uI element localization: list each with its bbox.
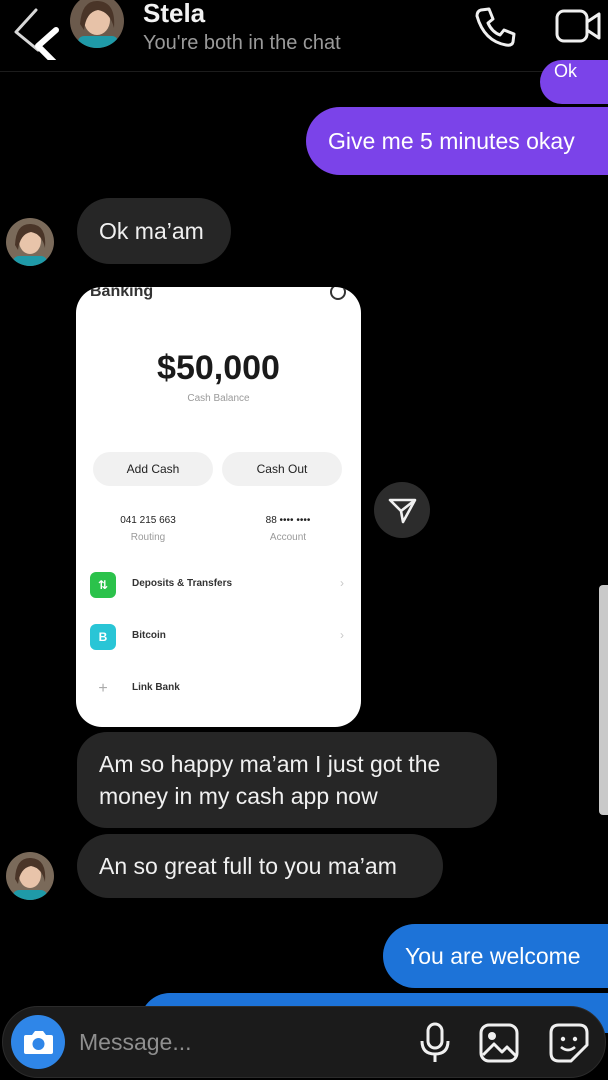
routing-label: Routing [130,532,166,543]
phone-icon[interactable] [472,4,518,50]
deposits-transfers-row: ⇅ Deposits & Transfers › [90,572,350,598]
chat-header: Stela You're both in the chat [0,0,608,72]
sender-avatar[interactable] [6,218,54,266]
contact-avatar[interactable] [70,0,124,48]
row-label: Link Bank [132,682,180,693]
camera-button[interactable] [11,1015,65,1069]
shared-image[interactable]: Banking $50,000 Cash Balance Add Cash Ca… [76,287,361,727]
microphone-icon[interactable] [415,1021,455,1065]
sent-message-partial[interactable]: Ok [540,60,608,104]
sticker-icon[interactable] [547,1021,591,1065]
sender-avatar[interactable] [6,852,54,900]
plus-icon: + [98,680,108,697]
chat-status: You're both in the chat [143,32,341,54]
banking-title: Banking [90,287,154,300]
sent-message[interactable]: Give me 5 minutes okay [306,107,608,175]
cash-balance: $50,000 [157,349,280,387]
contact-name[interactable]: Stela [143,0,205,29]
bitcoin-icon: B [90,624,116,650]
chevron-right-icon: › [340,628,344,642]
back-arrow-icon[interactable] [10,8,60,60]
routing-info: 041 215 663 Routing [88,515,208,543]
received-message[interactable]: Ok ma’am [77,198,231,264]
video-call-icon[interactable] [554,4,602,50]
share-button[interactable] [374,482,430,538]
account-label: Account [269,532,307,543]
profile-icon [330,287,346,300]
account-info: 88 •••• •••• Account [228,515,348,543]
chevron-right-icon: › [340,576,344,590]
bitcoin-row: B Bitcoin › [90,624,350,650]
gallery-icon[interactable] [477,1021,521,1065]
message-composer [2,1006,606,1078]
link-bank-row: + Link Bank [90,676,350,702]
transfer-icon: ⇅ [90,572,116,598]
account-number: 88 •••• •••• [265,515,311,526]
cash-out-button: Cash Out [222,452,342,486]
message-input[interactable] [79,1025,379,1059]
scrollbar[interactable] [599,585,608,815]
received-message[interactable]: An so great full to you ma’am [77,834,443,898]
received-message[interactable]: Am so happy ma’am I just got the money i… [77,732,497,828]
row-label: Deposits & Transfers [132,578,233,589]
cash-balance-label: Cash Balance [187,393,250,404]
add-cash-button: Add Cash [93,452,213,486]
send-icon [388,498,417,524]
sent-message[interactable]: You are welcome [383,924,608,988]
row-label: Bitcoin [132,630,166,641]
routing-number: 041 215 663 [120,515,176,526]
camera-icon [24,1031,53,1054]
